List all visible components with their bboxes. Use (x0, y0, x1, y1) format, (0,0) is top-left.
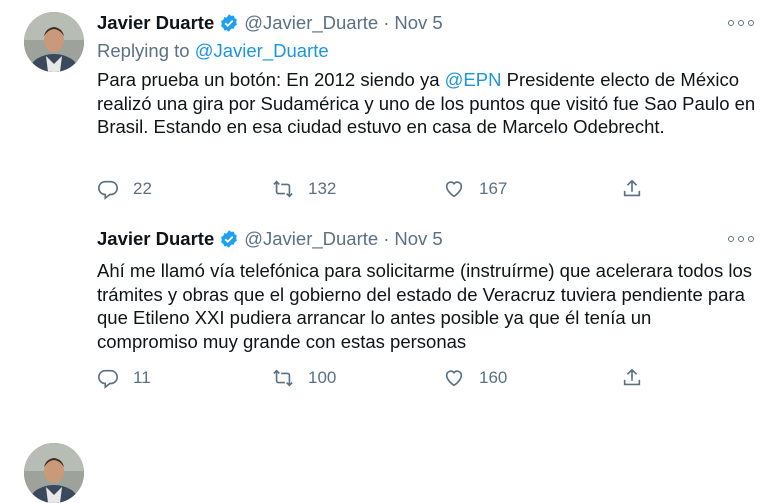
author-name[interactable]: Javier Duarte (97, 228, 214, 250)
share-icon (623, 368, 641, 386)
reply-icon (98, 180, 118, 200)
reply-count: 22 (133, 179, 152, 198)
verified-badge-icon (219, 13, 239, 33)
author-handle[interactable]: @Javier_Duarte (244, 12, 378, 34)
avatar-image (24, 12, 84, 72)
reply-count: 11 (133, 368, 151, 387)
tweet-actions: 22 132 167 (97, 176, 657, 202)
replying-to-mention[interactable]: @Javier_Duarte (195, 40, 329, 61)
tweet-2[interactable]: Javier Duarte @Javier_Duarte · Nov 5 Ahí… (0, 215, 768, 503)
retweet-count: 100 (308, 368, 337, 387)
tweet-date[interactable]: Nov 5 (394, 12, 442, 34)
retweet-icon (273, 180, 293, 198)
avatar[interactable] (24, 443, 84, 503)
like-button[interactable]: 160 (443, 365, 507, 391)
tweet-text-part: Para prueba un botón: En 2012 siendo ya (97, 69, 445, 90)
avatar[interactable] (24, 12, 84, 72)
heart-icon (445, 181, 463, 198)
like-count: 167 (479, 179, 508, 198)
reply-button[interactable]: 22 (97, 176, 152, 202)
share-icon (623, 179, 641, 197)
retweet-count: 132 (308, 179, 337, 198)
replying-to: Replying to @Javier_Duarte (97, 40, 329, 62)
share-button[interactable] (621, 176, 643, 202)
like-count: 160 (479, 368, 508, 387)
retweet-button[interactable]: 100 (272, 365, 336, 391)
verified-badge-icon (219, 229, 239, 249)
share-button[interactable] (621, 365, 643, 391)
heart-icon (445, 370, 463, 387)
like-button[interactable]: 167 (443, 176, 507, 202)
tweet-header: Javier Duarte @Javier_Duarte · Nov 5 (97, 226, 443, 252)
more-options-icon[interactable] (728, 235, 754, 243)
reply-button[interactable]: 11 (97, 365, 151, 391)
author-name[interactable]: Javier Duarte (97, 12, 214, 34)
tweet-text: Para prueba un botón: En 2012 siendo ya … (97, 68, 757, 139)
retweet-icon (273, 369, 293, 387)
author-handle[interactable]: @Javier_Duarte (244, 228, 378, 250)
avatar-image (24, 443, 84, 503)
retweet-button[interactable]: 132 (272, 176, 336, 202)
separator-dot: · (383, 12, 390, 33)
more-options-icon[interactable] (728, 19, 754, 27)
tweet-header: Javier Duarte @Javier_Duarte · Nov 5 (97, 10, 443, 36)
tweet-actions: 11 100 160 (97, 365, 657, 391)
reply-icon (98, 369, 118, 389)
separator-dot: · (383, 228, 390, 249)
tweet-1[interactable]: Javier Duarte @Javier_Duarte · Nov 5 Rep… (0, 0, 768, 215)
tweet-date[interactable]: Nov 5 (394, 228, 442, 250)
mention-link[interactable]: @EPN (445, 69, 502, 90)
replying-to-label: Replying to (97, 40, 195, 61)
tweet-text: Ahí me llamó vía telefónica para solicit… (97, 260, 752, 352)
